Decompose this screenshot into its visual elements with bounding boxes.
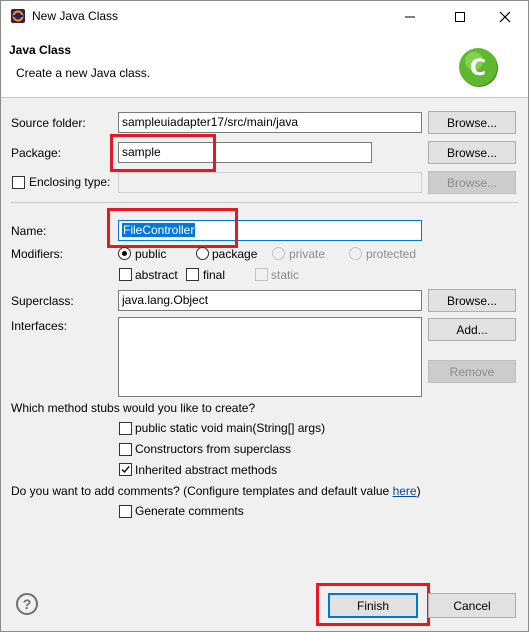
abstract-checkbox[interactable]	[119, 268, 132, 281]
package-label: Package:	[11, 146, 62, 160]
close-icon	[499, 11, 511, 22]
help-icon[interactable]: ?	[16, 593, 38, 615]
main-method-label: public static void main(String[] args)	[135, 421, 326, 435]
enclosing-type-checkbox[interactable]	[12, 176, 25, 189]
comments-question-end: )	[416, 484, 421, 498]
constructors-label: Constructors from superclass	[135, 442, 292, 456]
superclass-input[interactable]: java.lang.Object	[118, 290, 422, 311]
name-label: Name:	[11, 224, 47, 238]
private-radio[interactable]	[272, 247, 285, 260]
interfaces-list[interactable]	[118, 317, 422, 397]
inherited-abstract-checkbox[interactable]	[119, 463, 132, 476]
constructors-checkbox[interactable]	[119, 443, 132, 456]
minimize-icon	[405, 16, 415, 17]
source-folder-label: Source folder:	[11, 116, 86, 130]
abstract-label: abstract	[135, 268, 178, 282]
superclass-label: Superclass:	[11, 294, 74, 308]
generate-comments-checkbox[interactable]	[119, 505, 132, 518]
window-title: New Java Class	[32, 9, 119, 23]
package-highlight-box	[110, 134, 216, 172]
method-stubs-question: Which method stubs would you like to cre…	[11, 401, 256, 415]
wizard-subtitle: Create a new Java class.	[16, 66, 151, 80]
svg-text:C: C	[470, 56, 486, 81]
interfaces-add-button[interactable]: Add...	[428, 318, 516, 341]
package-radio[interactable]	[196, 247, 209, 260]
separator	[11, 202, 518, 203]
name-highlight-box	[107, 208, 238, 248]
main-method-checkbox[interactable]	[119, 422, 132, 435]
source-folder-input[interactable]: sampleuiadapter17/src/main/java	[118, 112, 422, 133]
source-folder-browse-button[interactable]: Browse...	[428, 111, 516, 134]
enclosing-type-label: Enclosing type:	[29, 175, 111, 189]
protected-label: protected	[366, 247, 417, 261]
generate-comments-label: Generate comments	[135, 504, 244, 518]
modifiers-label: Modifiers:	[11, 247, 64, 261]
new-java-class-dialog: New Java Class Java Class Create a new J…	[0, 0, 529, 632]
finish-highlight-box	[316, 583, 430, 626]
static-checkbox[interactable]	[255, 268, 268, 281]
enclosing-type-browse-button[interactable]: Browse...	[428, 171, 516, 194]
enclosing-type-input[interactable]	[118, 172, 422, 193]
package-radio-label: package	[212, 247, 258, 261]
cancel-button[interactable]: Cancel	[428, 593, 516, 618]
private-label: private	[289, 247, 326, 261]
comments-question-text: Do you want to add comments? (Configure …	[11, 484, 393, 498]
wizard-title: Java Class	[9, 43, 72, 57]
wizard-header: Java Class Create a new Java class. C	[1, 32, 528, 98]
comments-question: Do you want to add comments? (Configure …	[11, 484, 421, 498]
inherited-abstract-label: Inherited abstract methods	[135, 463, 278, 477]
interfaces-label: Interfaces:	[11, 319, 68, 333]
configure-templates-link[interactable]: here	[393, 484, 417, 498]
final-checkbox[interactable]	[186, 268, 199, 281]
public-label: public	[135, 247, 167, 261]
checkmark-icon	[121, 466, 130, 474]
public-radio[interactable]	[118, 247, 131, 260]
minimize-button[interactable]	[387, 1, 433, 32]
close-button[interactable]	[482, 1, 528, 32]
protected-radio[interactable]	[349, 247, 362, 260]
static-label: static	[271, 268, 300, 282]
interfaces-remove-button[interactable]: Remove	[428, 360, 516, 383]
maximize-button[interactable]	[437, 1, 483, 32]
maximize-icon	[455, 11, 465, 22]
title-bar[interactable]: New Java Class	[1, 1, 528, 32]
package-browse-button[interactable]: Browse...	[428, 141, 516, 164]
superclass-browse-button[interactable]: Browse...	[428, 289, 516, 312]
eclipse-window-icon	[11, 9, 25, 23]
final-label: final	[203, 268, 226, 282]
java-class-wizard-logo: C	[459, 48, 498, 87]
